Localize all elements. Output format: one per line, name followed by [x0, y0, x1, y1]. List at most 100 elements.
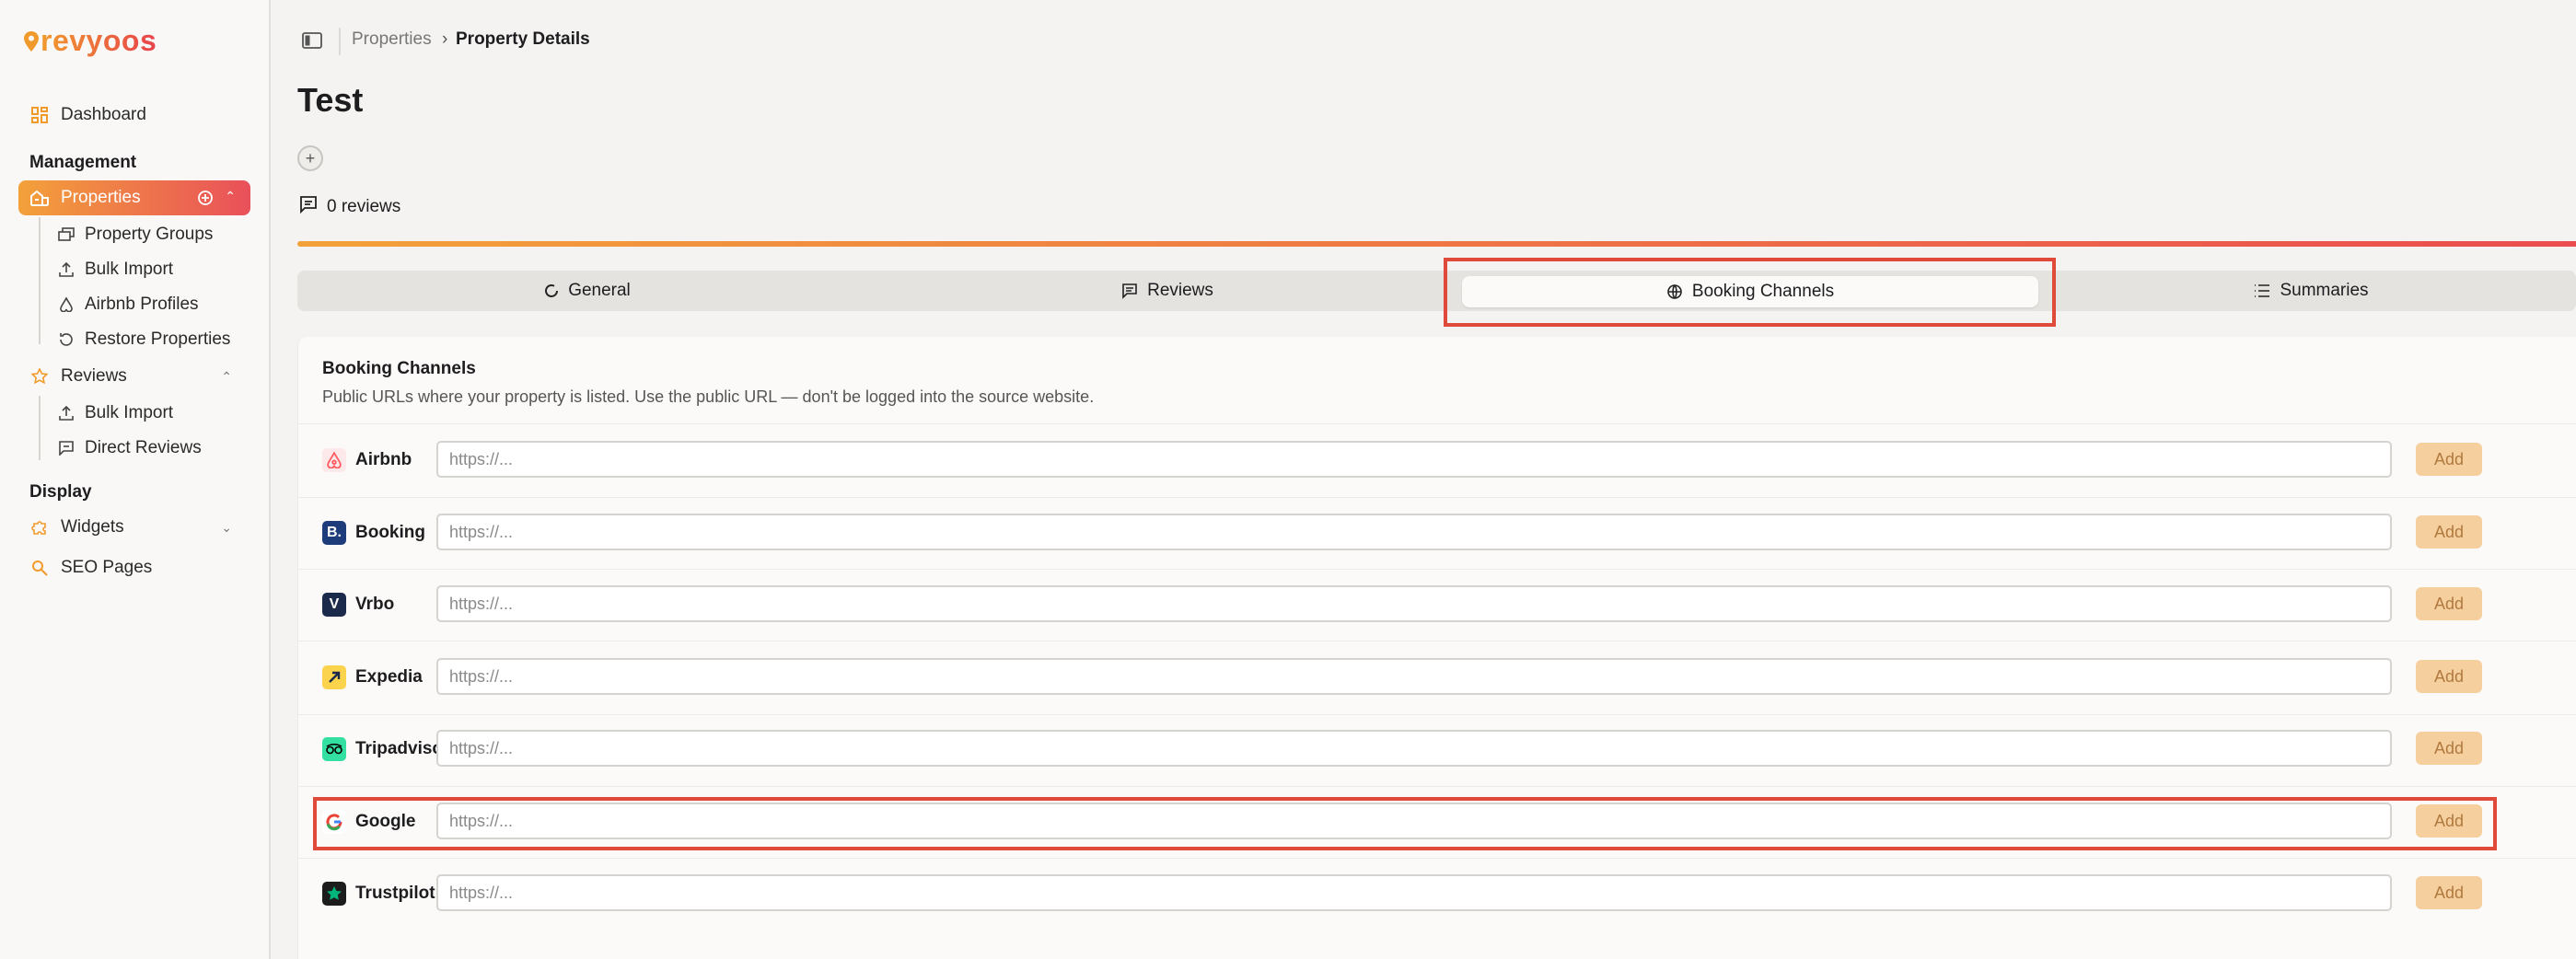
tab-label: General — [568, 281, 631, 300]
row-divider — [298, 858, 2576, 859]
channel-name: Trustpilot — [355, 884, 435, 903]
trustpilot-logo-icon — [322, 882, 346, 906]
expedia-add-button[interactable]: Add — [2416, 660, 2482, 693]
spinner-icon — [544, 283, 559, 298]
channel-name: Airbnb — [355, 450, 412, 469]
channel-name: Booking — [355, 523, 425, 542]
chevron-up-icon[interactable]: ⌃ — [221, 369, 232, 385]
tab-bar: General Reviews Booking Channels Summari… — [297, 271, 2576, 311]
panel-toggle-icon[interactable] — [302, 31, 322, 52]
message-icon — [299, 195, 318, 219]
sidebar-item-label: Properties — [61, 188, 141, 207]
airbnb-add-button[interactable]: Add — [2416, 443, 2482, 476]
sidebar-item-widgets[interactable]: Widgets ⌄ — [18, 510, 250, 545]
stack-icon — [57, 225, 75, 244]
tab-summaries[interactable]: Summaries — [2047, 271, 2576, 311]
tab-label: Summaries — [2280, 281, 2369, 300]
row-divider — [298, 497, 2576, 498]
sidebar-item-direct-reviews[interactable]: Direct Reviews — [57, 433, 202, 464]
message-icon — [1121, 283, 1138, 299]
airbnb-url-input[interactable] — [436, 441, 2392, 478]
expedia-logo-icon — [322, 665, 346, 689]
row-divider — [298, 569, 2576, 570]
add-circle-icon[interactable] — [197, 190, 214, 212]
channel-row-airbnb: Airbnb — [322, 440, 412, 480]
channel-row-trustpilot: Trustpilot — [322, 873, 435, 914]
sidebar-item-label: Restore Properties — [85, 329, 231, 349]
puzzle-icon — [29, 517, 50, 537]
booking-logo-icon: B. — [322, 521, 346, 545]
booking-url-input[interactable] — [436, 514, 2392, 550]
section-display: Display — [29, 482, 92, 502]
upload-icon — [57, 260, 75, 279]
building-icon — [29, 188, 50, 208]
reviews-count: 0 reviews — [299, 195, 400, 219]
sidebar-item-label: Bulk Import — [85, 403, 174, 422]
sidebar-item-airbnb-profiles[interactable]: Airbnb Profiles — [57, 289, 199, 320]
chevron-down-icon[interactable]: ⌄ — [221, 520, 232, 536]
message-square-icon — [57, 439, 75, 457]
divider — [339, 28, 341, 55]
chevron-up-icon[interactable]: ⌃ — [225, 189, 236, 204]
vrbo-url-input[interactable] — [436, 585, 2392, 622]
breadcrumb-properties[interactable]: Properties — [352, 29, 432, 50]
sidebar-item-dashboard[interactable]: Dashboard — [18, 98, 250, 133]
expedia-url-input[interactable] — [436, 658, 2392, 695]
row-divider — [298, 714, 2576, 715]
upload-icon — [57, 404, 75, 422]
vrbo-add-button[interactable]: Add — [2416, 587, 2482, 620]
channel-name: Expedia — [355, 667, 423, 687]
sidebar: revyoos Dashboard Management Properties … — [0, 0, 271, 959]
booking-add-button[interactable]: Add — [2416, 515, 2482, 549]
sidebar-item-label: Bulk Import — [85, 260, 174, 279]
reviews-count-label: 0 reviews — [327, 197, 401, 216]
sidebar-item-label: Direct Reviews — [85, 438, 202, 457]
sidebar-item-label: Dashboard — [61, 105, 146, 124]
star-icon — [29, 366, 50, 387]
channel-name: Vrbo — [355, 595, 395, 614]
pin-logo-icon — [24, 30, 39, 52]
sidebar-item-properties[interactable]: Properties ⌃ — [18, 180, 250, 215]
airbnb-logo-icon — [322, 448, 346, 472]
highlight-box-tab — [1444, 258, 2056, 327]
highlight-box-google — [313, 797, 2497, 850]
dashboard-grid-icon — [29, 105, 50, 125]
sidebar-item-seo-pages[interactable]: SEO Pages — [18, 550, 250, 585]
channel-row-vrbo: V Vrbo — [322, 584, 394, 625]
app-name: revyoos — [41, 24, 157, 57]
airbnb-icon — [57, 295, 75, 314]
tab-label: Reviews — [1147, 281, 1213, 300]
sidebar-item-reviews-bulk-import[interactable]: Bulk Import — [57, 398, 173, 429]
trustpilot-url-input[interactable] — [436, 874, 2392, 911]
sidebar-item-restore-properties[interactable]: Restore Properties — [57, 324, 230, 355]
sidebar-item-label: Airbnb Profiles — [85, 295, 199, 314]
sidebar-item-property-groups[interactable]: Property Groups — [57, 219, 213, 250]
card-subtitle: Public URLs where your property is liste… — [322, 387, 1095, 406]
tab-reviews[interactable]: Reviews — [877, 271, 1457, 311]
booking-channels-card — [297, 337, 2576, 959]
sidebar-item-reviews[interactable]: Reviews ⌃ — [18, 359, 250, 394]
tree-line — [39, 217, 41, 344]
card-title: Booking Channels — [322, 359, 476, 378]
restore-icon — [57, 330, 75, 349]
trustpilot-add-button[interactable]: Add — [2416, 876, 2482, 909]
channel-row-booking: B. Booking — [322, 513, 425, 553]
app-logo[interactable]: revyoos — [24, 24, 157, 58]
tripadvisor-url-input[interactable] — [436, 730, 2392, 767]
channel-row-tripadvisor: Tripadvisor — [322, 729, 449, 769]
add-button[interactable]: + — [297, 145, 323, 171]
row-divider — [298, 786, 2576, 787]
search-icon — [29, 558, 50, 578]
sidebar-item-label: SEO Pages — [61, 558, 153, 577]
tab-general[interactable]: General — [297, 271, 877, 311]
breadcrumb-current: Property Details — [456, 29, 590, 49]
page-title: Test — [297, 81, 364, 119]
sidebar-item-label: Widgets — [61, 517, 124, 537]
sidebar-item-label: Property Groups — [85, 225, 214, 244]
vrbo-logo-icon: V — [322, 593, 346, 617]
list-icon — [2254, 283, 2270, 298]
sidebar-item-bulk-import[interactable]: Bulk Import — [57, 254, 173, 285]
tripadvisor-add-button[interactable]: Add — [2416, 732, 2482, 765]
sidebar-item-label: Reviews — [61, 366, 127, 386]
channel-row-expedia: Expedia — [322, 657, 423, 698]
